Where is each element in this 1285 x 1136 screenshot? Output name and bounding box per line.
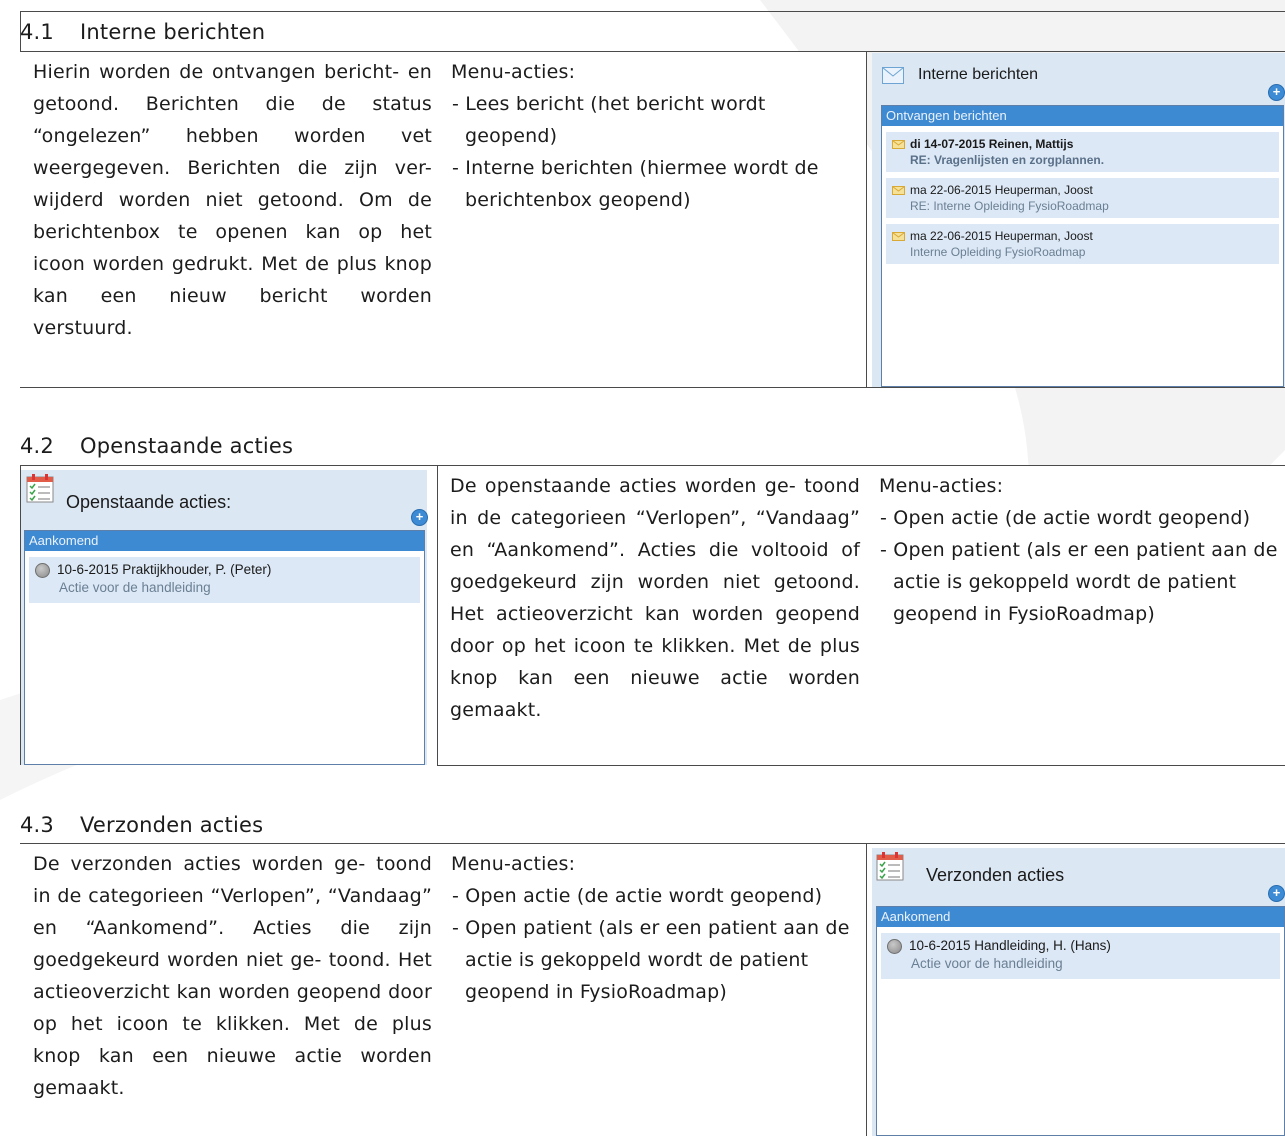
section-title: 4.3 Verzonden acties <box>20 807 263 843</box>
envelope-icon <box>892 139 905 149</box>
envelope-icon <box>892 231 905 241</box>
description-text: De verzonden acties worden ge- toond in … <box>33 853 432 1099</box>
description-text: Hierin worden de ontvangen bericht- en g… <box>33 61 432 339</box>
section-number: 4.3 <box>20 813 54 837</box>
section-heading: Interne berichten <box>80 20 266 44</box>
calendar-checklist-icon[interactable] <box>876 851 904 886</box>
widget-title[interactable]: Interne berichten <box>918 66 1038 84</box>
menu-actions-column: Menu-acties: - Lees bericht (het bericht… <box>438 52 866 388</box>
section-number: 4.2 <box>20 434 54 458</box>
menu-item: - Open patient (als er een patient aan d… <box>452 917 850 1003</box>
status-circle-icon <box>35 562 50 578</box>
messages-panel: Ontvangen berichten di 14-07-2015 Reinen… <box>881 105 1284 387</box>
menu-item: - Open actie (de actie wordt geopend) <box>880 507 1251 529</box>
panel-bar: Ontvangen berichten <box>882 106 1283 126</box>
message-item[interactable]: ma 22-06-2015 Heuperman, Joost Interne O… <box>886 224 1279 264</box>
menu-actions-column: Menu-acties: - Open actie (de actie word… <box>438 844 866 1136</box>
menu-heading: Menu-acties: <box>451 853 576 875</box>
calendar-checklist-icon[interactable] <box>26 473 54 508</box>
section-title: 4.2 Openstaande acties <box>20 428 293 464</box>
menu-item: - Open actie (de actie wordt geopend) <box>452 885 823 907</box>
menu-item: - Lees bericht (het bericht wordt geopen… <box>452 93 766 147</box>
add-message-button[interactable]: + <box>1268 84 1285 101</box>
description-column: De openstaande acties worden ge- toond i… <box>437 466 866 766</box>
envelope-icon[interactable] <box>882 67 904 89</box>
panel-bar: Aankomend <box>25 531 424 551</box>
menu-item: - Open patient (als er een patient aan d… <box>880 539 1278 625</box>
menu-heading: Menu-acties: <box>879 475 1004 497</box>
panel-bar: Aankomend <box>877 907 1284 927</box>
openstaande-acties-widget: Openstaande acties: + Aankomend 10-6-201… <box>21 470 428 765</box>
envelope-icon <box>892 185 905 195</box>
section-heading: Verzonden acties <box>80 813 264 837</box>
actions-panel: Aankomend 10-6-2015 Praktijkhouder, P. (… <box>24 530 425 765</box>
interne-berichten-widget: Interne berichten + Ontvangen berichten … <box>872 53 1285 387</box>
widget-title[interactable]: Verzonden acties <box>926 865 1064 886</box>
description-text: De openstaande acties worden ge- toond i… <box>450 475 860 721</box>
menu-heading: Menu-acties: <box>451 61 576 83</box>
menu-actions-column: Menu-acties: - Open actie (de actie word… <box>866 466 1285 766</box>
message-item[interactable]: ma 22-06-2015 Heuperman, Joost RE: Inter… <box>886 178 1279 218</box>
section-number: 4.1 <box>20 20 54 44</box>
actions-panel: Aankomend 10-6-2015 Handleiding, H. (Han… <box>876 906 1285 1136</box>
section-title: 4.1 Interne berichten <box>20 14 265 50</box>
add-action-button[interactable]: + <box>411 509 428 526</box>
action-item[interactable]: 10-6-2015 Praktijkhouder, P. (Peter) Act… <box>29 557 420 603</box>
section-heading: Openstaande acties <box>80 434 294 458</box>
description-column: De verzonden acties worden ge- toond in … <box>20 844 438 1136</box>
menu-item: - Interne berichten (hiermee wordt de be… <box>452 157 819 211</box>
widget-title[interactable]: Openstaande acties: <box>66 492 231 513</box>
add-action-button[interactable]: + <box>1268 885 1285 902</box>
status-circle-icon <box>887 938 902 954</box>
description-column: Hierin worden de ontvangen bericht- en g… <box>20 52 438 388</box>
message-item[interactable]: di 14-07-2015 Reinen, Mattijs RE: Vragen… <box>886 132 1279 172</box>
action-item[interactable]: 10-6-2015 Handleiding, H. (Hans) Actie v… <box>881 933 1280 979</box>
verzonden-acties-widget: Verzonden acties + Aankomend 10-6-2015 H… <box>872 848 1285 1136</box>
